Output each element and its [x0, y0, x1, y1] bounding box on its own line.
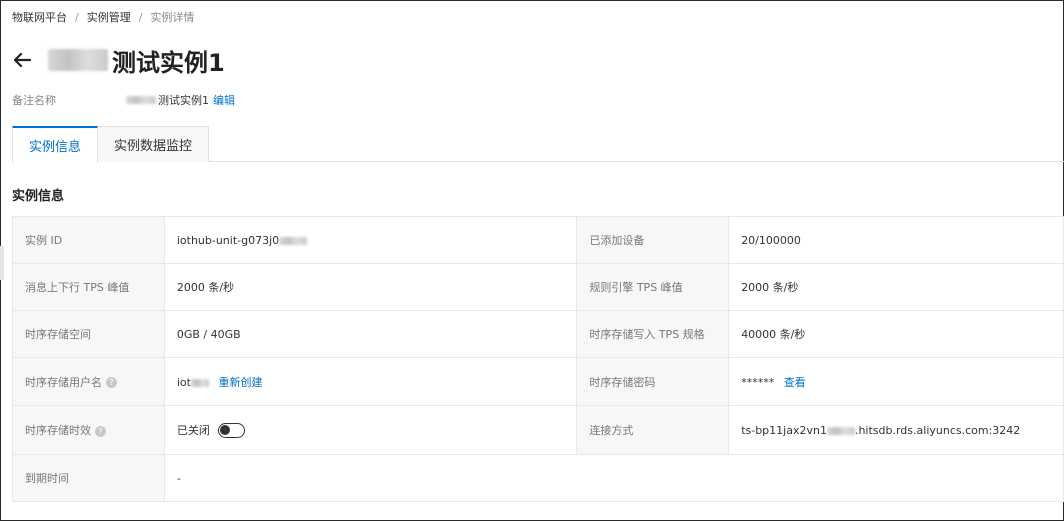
table-row: 到期时间 -: [12, 454, 1064, 502]
recreate-username-link[interactable]: 重新创建: [218, 376, 262, 389]
ts-ttl-status: 已关闭: [176, 423, 210, 437]
ts-username-text: iot: [176, 375, 191, 389]
edit-remark-link[interactable]: 编辑: [213, 92, 235, 108]
ts-ttl-toggle[interactable]: [217, 423, 245, 439]
side-drag-handle[interactable]: [0, 246, 4, 280]
table-row: 时序存储空间 0GB / 40GB 时序存储写入 TPS 规格 40000 条/…: [12, 310, 1064, 358]
page-title: 测试实例1: [112, 48, 225, 77]
ts-password-text: ******: [741, 375, 775, 389]
ts-ttl-label: 时序存储时效: [25, 424, 91, 437]
redacted-text: [190, 378, 209, 387]
table-row: 实例 ID iothub-unit-g073j0 已添加设备 20/100000: [12, 216, 1064, 264]
ts-username-label: 时序存储用户名: [25, 375, 102, 389]
ts-username-cell: 时序存储用户名?: [12, 357, 165, 406]
remark-row: 备注名称 测试实例1 编辑: [12, 92, 235, 108]
question-icon[interactable]: ?: [95, 425, 106, 437]
tab-bar: 实例信息 实例数据监控: [12, 126, 1064, 163]
expire-label: 到期时间: [12, 454, 165, 502]
ts-password-label: 时序存储密码: [576, 357, 730, 406]
devices-added-label: 已添加设备: [576, 216, 730, 264]
view-password-link[interactable]: 查看: [784, 376, 806, 389]
rule-tps-value: 2000 条/秒: [728, 263, 1064, 311]
expire-value: -: [163, 454, 1064, 502]
table-row: 消息上下行 TPS 峰值 2000 条/秒 规则引擎 TPS 峰值 2000 条…: [12, 263, 1064, 311]
redacted-text: [279, 236, 308, 245]
ts-write-tps-value: 40000 条/秒: [728, 310, 1064, 358]
ts-storage-value: 0GB / 40GB: [163, 310, 578, 358]
remark-value: 测试实例1: [158, 94, 209, 107]
connection-suffix: .hitsdb.rds.aliyuncs.com:3242: [854, 423, 1021, 437]
tab-instance-monitoring[interactable]: 实例数据监控: [98, 126, 210, 162]
tab-instance-info[interactable]: 实例信息: [12, 126, 99, 163]
connection-value: ts-bp11jax2vn1 .hitsdb.rds.aliyuncs.com:3…: [728, 405, 1064, 455]
arrow-left-icon[interactable]: [10, 48, 34, 72]
instance-info-table: 实例 ID iothub-unit-g073j0 已添加设备 20/100000…: [12, 216, 1064, 502]
table-row: 时序存储时效? 已关闭 连接方式 ts-bp11jax2vn1 .hitsdb.r…: [12, 405, 1064, 455]
connection-prefix: ts-bp11jax2vn1: [741, 423, 827, 437]
redacted-text: [48, 49, 108, 71]
breadcrumb-separator: /: [75, 10, 79, 24]
ts-storage-label: 时序存储空间: [12, 310, 165, 358]
devices-added-value: 20/100000: [728, 216, 1064, 264]
connection-label: 连接方式: [576, 405, 730, 455]
ts-ttl-cell: 时序存储时效?: [12, 405, 165, 455]
msg-tps-label: 消息上下行 TPS 峰值: [12, 263, 165, 311]
question-icon[interactable]: ?: [106, 377, 117, 388]
ts-password-value: ****** 查看: [728, 357, 1064, 406]
breadcrumb-item-instance-detail: 实例详情: [150, 11, 195, 24]
ts-ttl-value: 已关闭: [163, 405, 578, 455]
remark-label: 备注名称: [12, 94, 56, 107]
table-row: 时序存储用户名? iot 重新创建 时序存储密码 ****** 查看: [12, 357, 1064, 406]
redacted-text: [126, 96, 156, 104]
breadcrumb-separator: /: [138, 10, 143, 24]
msg-tps-value: 2000 条/秒: [163, 263, 578, 311]
rule-tps-label: 规则引擎 TPS 峰值: [576, 263, 730, 311]
ts-write-tps-label: 时序存储写入 TPS 规格: [576, 310, 730, 358]
breadcrumb: 物联网平台 / 实例管理 / 实例详情: [12, 9, 194, 25]
section-title: 实例信息: [12, 189, 65, 204]
ts-username-value: iot 重新创建: [163, 357, 578, 406]
breadcrumb-item-instance-management[interactable]: 实例管理: [87, 9, 131, 25]
breadcrumb-item-iot-platform[interactable]: 物联网平台: [12, 9, 67, 25]
redacted-text: [826, 426, 855, 435]
instance-id-text: iothub-unit-g073j0: [176, 233, 280, 247]
page-header: 测试实例1: [10, 42, 225, 78]
instance-id-value: iothub-unit-g073j0: [163, 216, 578, 264]
instance-id-label: 实例 ID: [12, 216, 165, 264]
